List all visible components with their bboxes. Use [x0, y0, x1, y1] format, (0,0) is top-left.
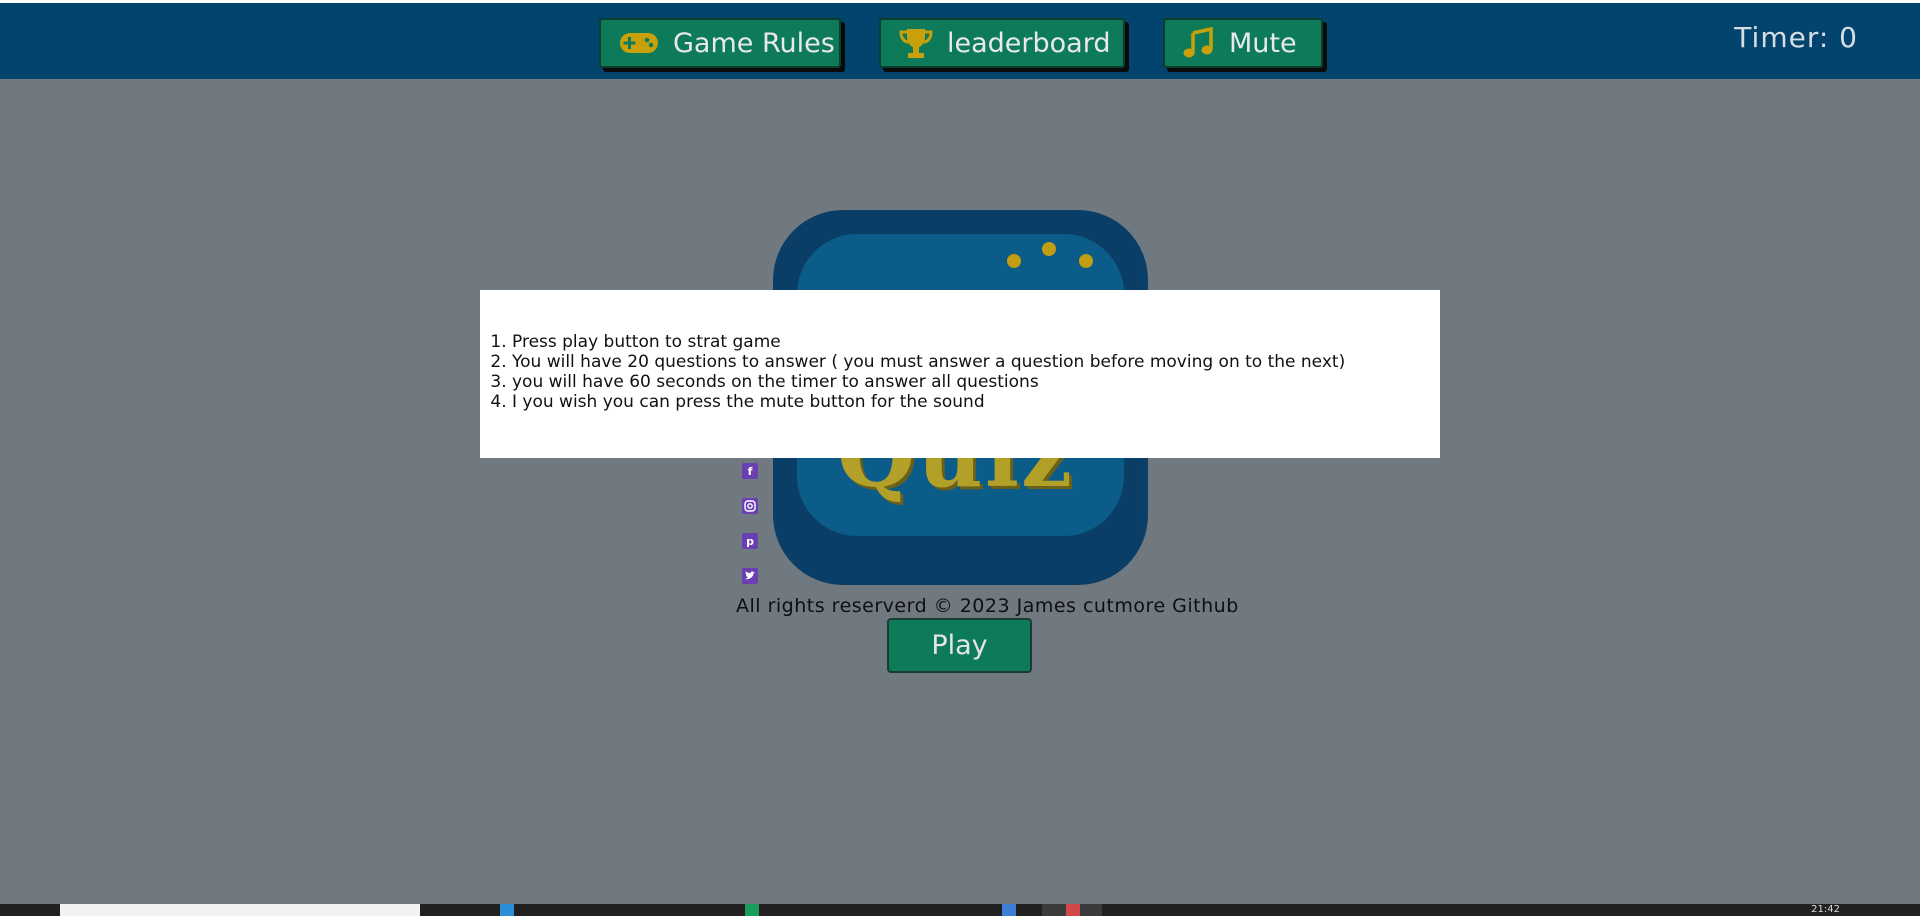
taskbar-app-icon[interactable]	[1002, 904, 1016, 916]
facebook-icon[interactable]: f	[742, 463, 758, 479]
taskbar-app-icon[interactable]	[500, 904, 514, 916]
taskbar-app-icon[interactable]	[1066, 904, 1080, 916]
play-button[interactable]: Play	[887, 618, 1032, 673]
rules-list: Press play button to strat game You will…	[480, 332, 1345, 412]
footer-copyright: All rights reserverd © 2023 James cutmor…	[736, 595, 1239, 617]
leaderboard-label: leaderboard	[947, 27, 1111, 59]
mute-label: Mute	[1229, 27, 1297, 59]
twitter-icon[interactable]	[742, 568, 758, 584]
rules-list-item: You will have 20 questions to answer ( y…	[512, 352, 1345, 372]
timer-display: Timer: 0	[1734, 21, 1858, 54]
lightbulb-icon	[1042, 242, 1056, 256]
lightbulb-icon	[1007, 254, 1021, 268]
game-rules-label: Game Rules	[673, 27, 835, 59]
top-navigation-bar: Game Rules leaderboard Mute Timer: 0	[0, 0, 1920, 79]
game-rules-button[interactable]: Game Rules	[599, 18, 841, 68]
leaderboard-button[interactable]: leaderboard	[879, 18, 1125, 68]
pinterest-icon[interactable]: p	[742, 533, 758, 549]
rules-list-item: Press play button to strat game	[512, 332, 1345, 352]
trophy-icon	[899, 29, 933, 58]
twitter-glyph	[745, 571, 755, 580]
lightbulb-icon	[1079, 254, 1093, 268]
gamepad-icon	[620, 33, 658, 53]
mute-button[interactable]: Mute	[1163, 18, 1323, 68]
taskbar-app-icon[interactable]	[745, 904, 759, 916]
taskbar-search-box[interactable]	[60, 904, 420, 916]
instagram-glyph	[744, 500, 756, 512]
rules-list-item: you will have 60 seconds on the timer to…	[512, 372, 1345, 392]
rules-list-item: I you wish you can press the mute button…	[512, 392, 1345, 412]
game-rules-modal: Press play button to strat game You will…	[480, 290, 1440, 458]
music-note-icon	[1183, 27, 1213, 58]
instagram-icon[interactable]	[742, 498, 758, 514]
taskbar-clock: 21:42	[1811, 904, 1840, 915]
